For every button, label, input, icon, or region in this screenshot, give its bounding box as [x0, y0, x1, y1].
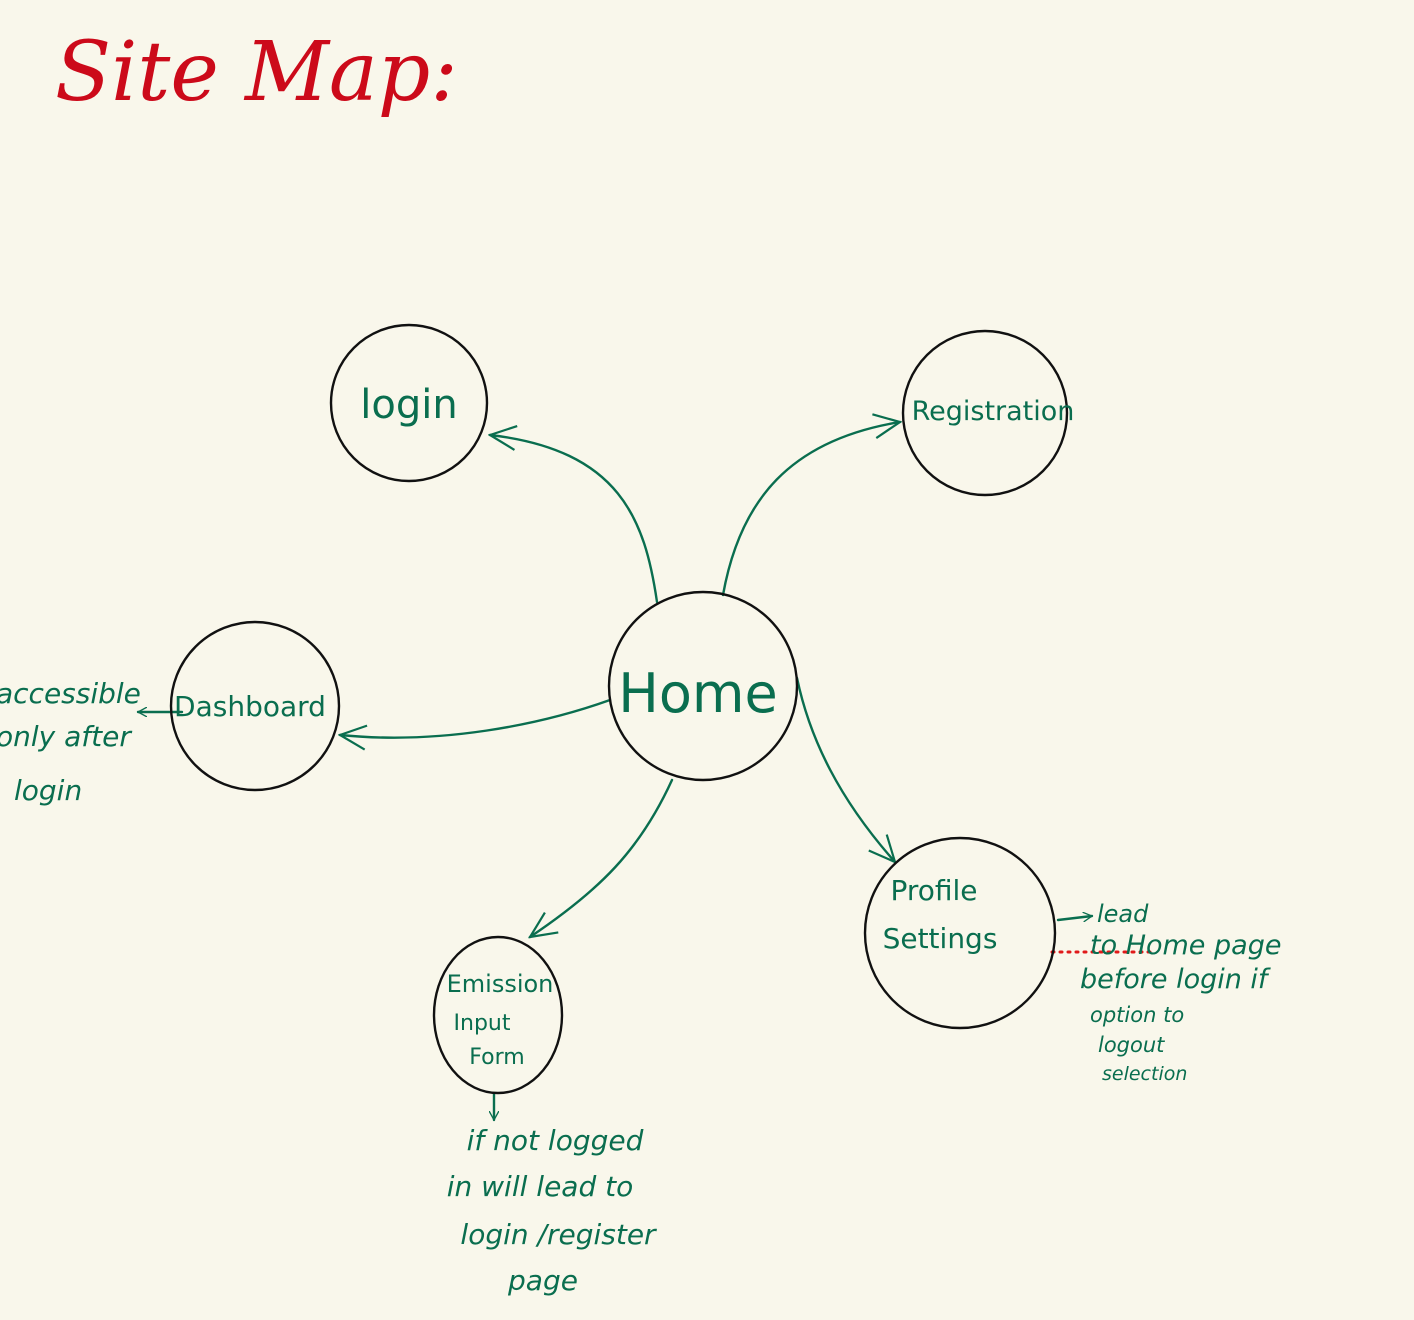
login-label: login — [360, 382, 457, 428]
profile-note-line-2: to Home page — [1090, 930, 1281, 961]
profile-label-line-2: Settings — [883, 922, 998, 955]
profile-note-line-1: lead — [1097, 900, 1149, 928]
emission-note-line-2: in will lead to — [447, 1170, 634, 1203]
emission-note-line-1: if not logged — [467, 1124, 644, 1157]
emission-note-line-3: login /register — [460, 1218, 657, 1251]
dashboard-note-line-2: only after — [0, 720, 132, 753]
home-to-registration-connector — [721, 422, 900, 597]
profile-note-line-4: option to — [1090, 1003, 1184, 1027]
registration-label: Registration — [912, 396, 1075, 427]
dashboard-note-line-1: accessible — [0, 677, 141, 710]
profile-note-line-5: logout — [1098, 1033, 1165, 1057]
home-label: Home — [618, 662, 777, 725]
emission-label-line-1: Emission — [447, 970, 554, 998]
profile-note-line-3: before login if — [1080, 964, 1271, 995]
home-to-emission-connector — [530, 778, 674, 937]
site-map-diagram: Site Map: login Registration Home Dashbo… — [0, 25, 1281, 1297]
emission-label-line-2: Input — [454, 1011, 511, 1036]
profile-note-line-6: selection — [1102, 1063, 1187, 1085]
dashboard-label: Dashboard — [174, 690, 326, 723]
emission-label-line-3: Form — [469, 1045, 524, 1070]
dashboard-note-line-3: login — [14, 774, 82, 807]
profile-note-arrow — [1056, 916, 1092, 920]
emission-note-line-4: page — [507, 1264, 578, 1297]
home-to-profile-connector — [795, 676, 895, 862]
home-to-dashboard-connector — [340, 698, 612, 738]
profile-label-line-1: Profile — [890, 874, 977, 907]
page-title: Site Map: — [55, 25, 458, 120]
home-to-login-connector — [490, 435, 659, 604]
